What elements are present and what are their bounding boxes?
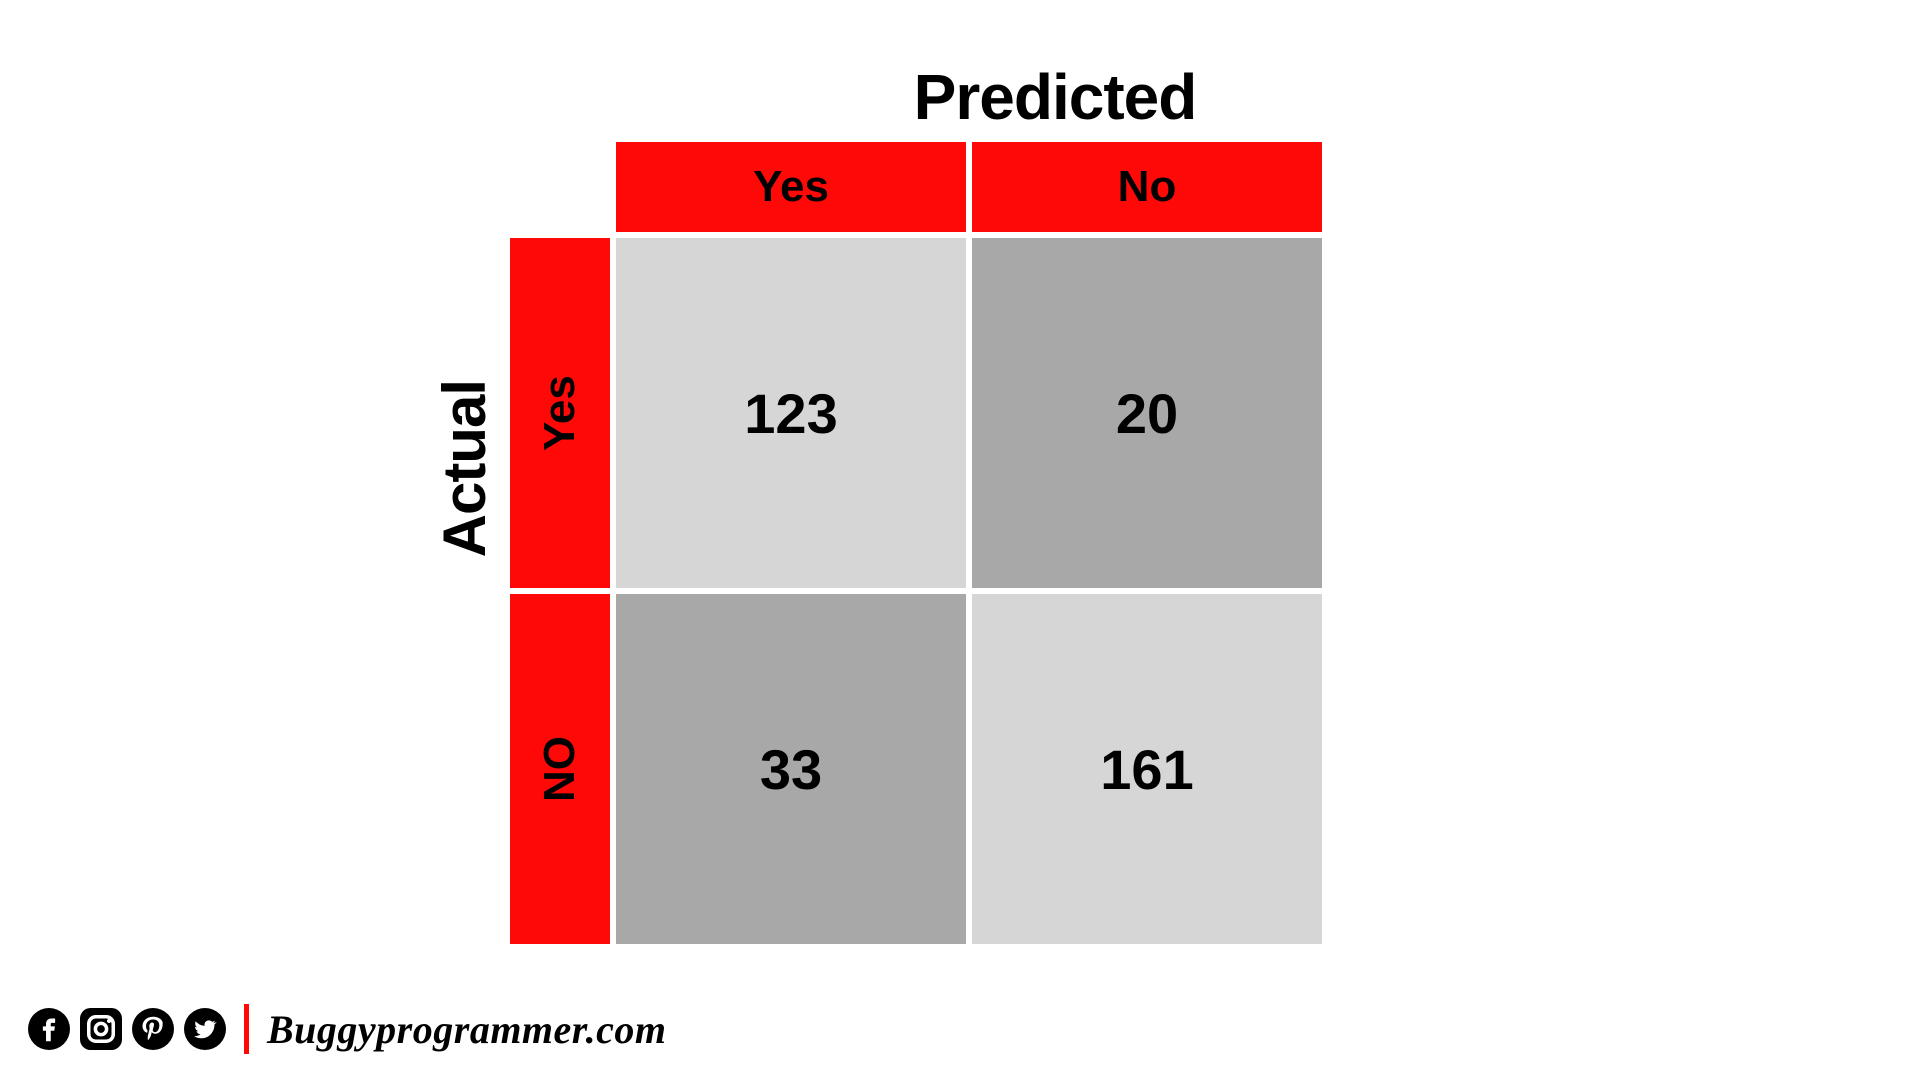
cell-actual-yes-pred-yes: 123 bbox=[616, 238, 966, 588]
matrix-grid: Yes No Yes 123 20 NO 33 161 bbox=[510, 142, 1410, 944]
matrix-container: Predicted Actual Yes No Yes 123 20 NO 33… bbox=[510, 60, 1410, 944]
footer-attribution: Buggyprogrammer.com bbox=[28, 1004, 667, 1054]
cell-actual-no-pred-yes: 33 bbox=[616, 594, 966, 944]
col-header-yes: Yes bbox=[616, 142, 966, 232]
confusion-matrix-figure: Predicted Actual Yes No Yes 123 20 NO 33… bbox=[0, 0, 1920, 1080]
cell-actual-no-pred-no: 161 bbox=[972, 594, 1322, 944]
cell-actual-yes-pred-no: 20 bbox=[972, 238, 1322, 588]
columns-axis-label: Predicted bbox=[700, 60, 1410, 134]
row-header-yes: Yes bbox=[510, 238, 610, 588]
facebook-icon bbox=[28, 1008, 70, 1050]
pinterest-icon bbox=[132, 1008, 174, 1050]
footer-divider bbox=[244, 1004, 249, 1054]
grid-corner bbox=[510, 142, 610, 232]
row-header-no: NO bbox=[510, 594, 610, 944]
site-name: Buggyprogrammer.com bbox=[267, 1006, 667, 1053]
social-icons bbox=[28, 1008, 226, 1050]
twitter-icon bbox=[184, 1008, 226, 1050]
rows-axis-label: Actual bbox=[430, 380, 499, 557]
col-header-no: No bbox=[972, 142, 1322, 232]
instagram-icon bbox=[80, 1008, 122, 1050]
